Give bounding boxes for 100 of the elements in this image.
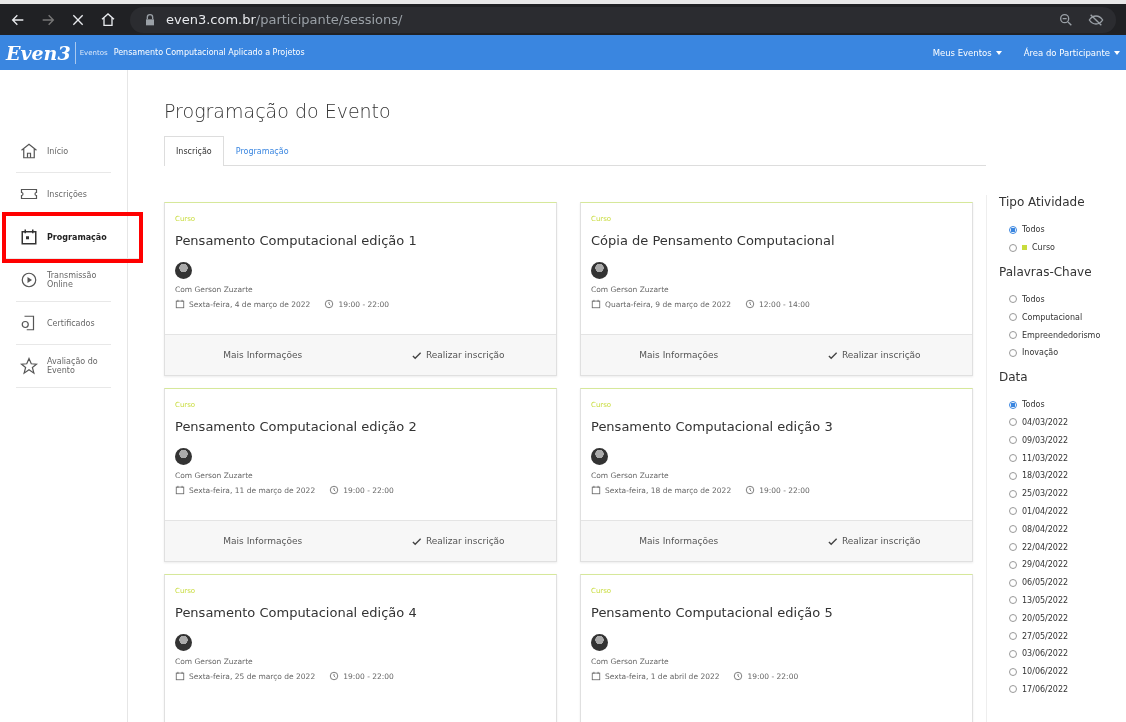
caret-icon (1114, 50, 1120, 55)
register-button[interactable]: Realizar inscrição (360, 521, 556, 561)
calendar-icon (591, 299, 601, 309)
sidebar-item[interactable]: Transmissão Online (16, 259, 111, 302)
filter-option[interactable]: Todos (999, 290, 1051, 309)
more-info-button[interactable]: Mais Informações (165, 335, 361, 375)
avatar (591, 634, 608, 651)
filter-option[interactable]: 11/03/2022 (999, 449, 1075, 467)
radio-button[interactable] (1009, 560, 1017, 569)
clock-icon (733, 671, 744, 681)
radio-button[interactable] (1009, 614, 1017, 623)
filter-heading: Data (999, 369, 1029, 384)
radio-button[interactable] (1009, 313, 1017, 322)
more-info-button[interactable]: Mais Informações (581, 521, 777, 561)
calendar-icon (20, 228, 38, 246)
radio-button[interactable] (1009, 348, 1017, 357)
caret-icon (995, 50, 1002, 55)
filter-option[interactable]: 20/05/2022 (999, 609, 1075, 628)
radio-button[interactable] (1009, 454, 1017, 463)
radio-button[interactable] (1009, 225, 1017, 234)
radio-button[interactable] (1009, 295, 1017, 304)
filter-option[interactable]: Computacional (999, 308, 1089, 327)
sidebar-item[interactable]: Programação (6, 216, 139, 259)
radio-button[interactable] (1009, 685, 1017, 694)
filter-option[interactable]: Todos (999, 395, 1051, 414)
register-button[interactable]: Realizar inscrição (776, 521, 972, 561)
radio-button[interactable] (1009, 471, 1017, 480)
sidebar-item[interactable]: Avaliação do Evento (16, 345, 111, 388)
filter-heading: Tipo Atividade (999, 195, 1086, 209)
filter-option[interactable]: 04/03/2022 (999, 413, 1075, 432)
nav-menu[interactable]: Meus Eventos (932, 47, 1002, 58)
radio-button[interactable] (1009, 525, 1017, 534)
filter-option[interactable]: Todos (999, 221, 1051, 239)
session-title: Pensamento Computacional edição 5 (591, 605, 834, 620)
url-text: even3.com.br/participante/sessions/ (166, 12, 403, 27)
play-circle-icon (20, 271, 38, 289)
clock-icon (329, 485, 340, 495)
radio-button[interactable] (1009, 436, 1017, 445)
radio-button[interactable] (1009, 596, 1017, 605)
filter-option[interactable]: Empreendedorismo (999, 326, 1107, 344)
home-icon[interactable] (100, 11, 116, 28)
radio-button[interactable] (1009, 667, 1017, 676)
page-title: Programação do Evento (164, 100, 392, 122)
filter-option[interactable]: 25/03/2022 (999, 484, 1075, 503)
radio-button[interactable] (1009, 543, 1017, 552)
filter-option[interactable]: Inovação (999, 344, 1065, 362)
clock-icon (329, 671, 340, 681)
radio-button[interactable] (1009, 632, 1017, 641)
session-title: Pensamento Computacional edição 4 (175, 605, 418, 620)
filter-option[interactable]: Curso (999, 238, 1061, 257)
filter-option[interactable]: 09/03/2022 (999, 431, 1075, 450)
filter-option[interactable]: 03/06/2022 (999, 644, 1075, 663)
filter-option[interactable]: 01/04/2022 (999, 502, 1075, 521)
calendar-icon (175, 299, 185, 309)
calendar-icon (591, 485, 601, 495)
radio-button[interactable] (1009, 331, 1017, 340)
star-icon (20, 357, 38, 375)
register-button[interactable]: Realizar inscrição (360, 335, 556, 375)
register-button[interactable]: Realizar inscrição (776, 335, 972, 375)
session-title: Pensamento Computacional edição 3 (591, 419, 834, 434)
radio-button[interactable] (1009, 489, 1017, 498)
radio-button[interactable] (1009, 243, 1017, 252)
radio-button[interactable] (1009, 649, 1017, 658)
radio-button[interactable] (1009, 578, 1017, 587)
session-title: Pensamento Computacional edição 1 (175, 233, 418, 248)
sidebar-item[interactable]: Certificados (16, 302, 111, 345)
more-info-button[interactable]: Mais Informações (581, 335, 777, 375)
address-bar[interactable]: even3.com.br/participante/sessions/ (130, 6, 1116, 33)
avatar (175, 262, 192, 279)
tab[interactable]: Inscrição (164, 136, 224, 166)
radio-button[interactable] (1009, 507, 1017, 516)
zoom-out-icon[interactable] (1058, 11, 1074, 28)
filter-option[interactable]: 22/04/2022 (999, 538, 1075, 556)
filter-option[interactable]: 08/04/2022 (999, 520, 1075, 539)
check-icon (827, 536, 838, 546)
filter-option[interactable]: 13/05/2022 (999, 591, 1075, 610)
home-icon (20, 142, 38, 160)
check-icon (411, 536, 422, 546)
logo[interactable]: Even3 (6, 41, 76, 64)
nav-menu[interactable]: Área do Participante (1023, 47, 1120, 58)
check-icon (411, 350, 422, 360)
radio-button[interactable] (1009, 418, 1017, 427)
tab[interactable]: Programação (223, 136, 301, 166)
filter-option[interactable]: 10/06/2022 (999, 662, 1075, 681)
sidebar-item[interactable]: Inscrições (16, 173, 111, 216)
filter-option[interactable]: 17/06/2022 (999, 680, 1075, 699)
avatar (591, 448, 608, 465)
session-title: Pensamento Computacional edição 2 (175, 419, 418, 434)
clock-icon (745, 299, 756, 309)
clock-icon (745, 485, 756, 495)
filter-option[interactable]: 06/05/2022 (999, 573, 1075, 592)
filter-option[interactable]: 18/03/2022 (999, 466, 1075, 485)
filter-option[interactable]: 27/05/2022 (999, 627, 1075, 645)
sidebar-item[interactable]: Início (16, 130, 111, 173)
radio-button[interactable] (1009, 400, 1017, 409)
event-title: Pensamento Computacional Aplicado a Projetos (113, 48, 305, 57)
more-info-button[interactable]: Mais Informações (165, 521, 361, 561)
session-title: Cópia de Pensamento Computacional (591, 233, 836, 248)
clock-icon (324, 299, 335, 309)
filter-option[interactable]: 29/04/2022 (999, 555, 1075, 574)
